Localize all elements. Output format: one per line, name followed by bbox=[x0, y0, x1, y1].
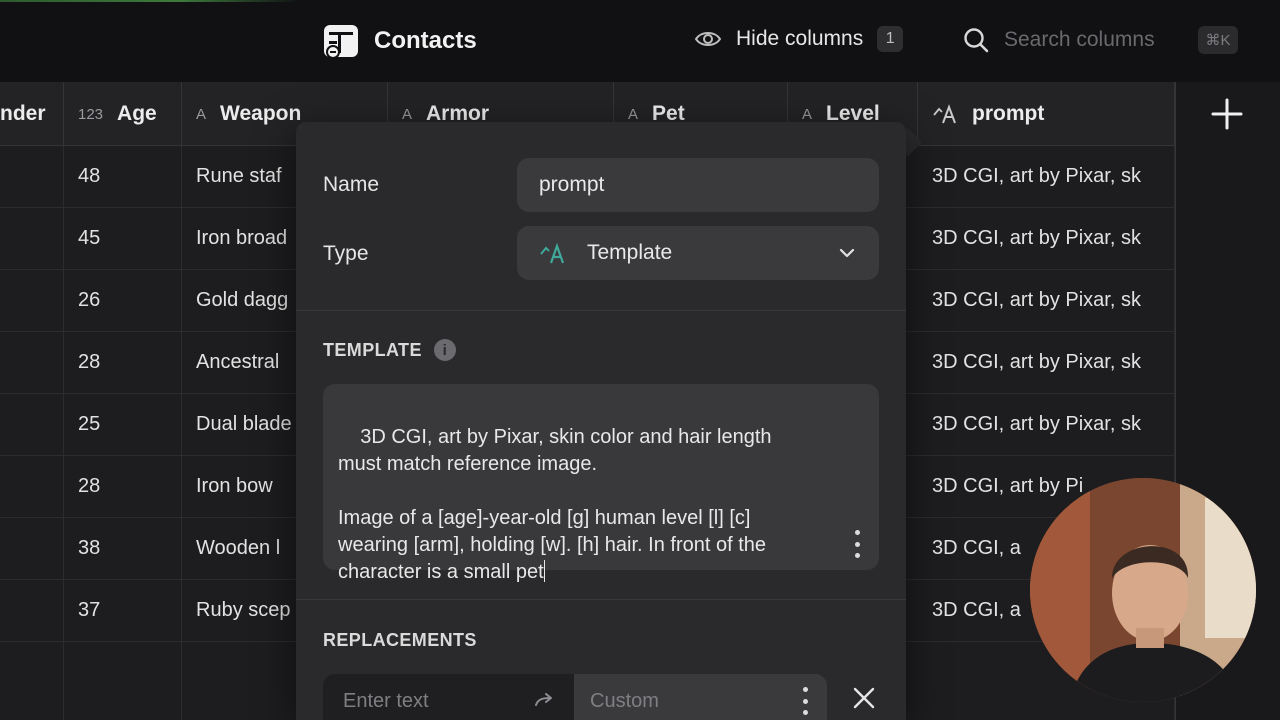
kebab-icon[interactable] bbox=[853, 530, 861, 558]
column-header-gender[interactable]: nder bbox=[0, 82, 64, 146]
kebab-icon[interactable] bbox=[801, 687, 809, 715]
replacement-input[interactable]: Enter text bbox=[323, 674, 574, 720]
template-icon bbox=[540, 242, 565, 264]
arrow-right-icon bbox=[535, 693, 552, 706]
template-heading-group: TEMPLATE i bbox=[323, 339, 456, 361]
text-type-icon: A bbox=[628, 105, 639, 123]
prompt-cell[interactable]: 3D CGI, art by Pixar, sk bbox=[918, 270, 1175, 331]
text-type-icon: A bbox=[402, 105, 413, 123]
app-title: Contacts bbox=[374, 27, 477, 54]
column-label: Age bbox=[117, 102, 157, 125]
text-cursor bbox=[543, 560, 546, 582]
prompt-cell[interactable]: 3D CGI, art by Pixar, sk bbox=[918, 208, 1175, 269]
eye-icon bbox=[694, 32, 722, 46]
template-icon bbox=[933, 104, 956, 124]
keyboard-shortcut: ⌘K bbox=[1198, 26, 1238, 54]
replacement-row: Enter text Custom bbox=[323, 674, 827, 720]
text-type-icon: A bbox=[196, 105, 207, 123]
age-cell[interactable]: 38 bbox=[64, 518, 182, 579]
type-select[interactable]: Template bbox=[517, 226, 879, 280]
top-accent-line bbox=[0, 0, 300, 2]
template-heading: TEMPLATE bbox=[323, 339, 422, 360]
column-label: prompt bbox=[972, 102, 1045, 125]
hide-columns-button[interactable]: Hide columns 1 bbox=[694, 26, 904, 52]
column-editor-popover: Name prompt Type Template TEMPLATE i 3D … bbox=[296, 122, 906, 720]
info-icon[interactable]: i bbox=[433, 339, 456, 361]
gender-cell[interactable] bbox=[0, 270, 64, 331]
replacement-mode-select[interactable]: Custom bbox=[574, 674, 827, 720]
app-title-group: Contacts bbox=[322, 22, 477, 60]
type-value: Template bbox=[587, 241, 673, 264]
age-cell[interactable]: 28 bbox=[64, 332, 182, 393]
age-cell[interactable]: 45 bbox=[64, 208, 182, 269]
replacement-mode: Custom bbox=[590, 689, 659, 712]
template-text: 3D CGI, art by Pixar, skin color and hai… bbox=[338, 426, 772, 583]
chevron-down-icon bbox=[839, 248, 855, 258]
gender-cell[interactable] bbox=[0, 456, 64, 517]
column-header-prompt[interactable]: prompt bbox=[918, 82, 1175, 146]
gender-cell[interactable] bbox=[0, 146, 64, 207]
prompt-cell[interactable]: 3D CGI, art by Pixar, sk bbox=[918, 332, 1175, 393]
replacement-placeholder: Enter text bbox=[343, 689, 429, 712]
column-label: nder bbox=[0, 102, 46, 125]
gender-cell[interactable] bbox=[0, 208, 64, 269]
age-cell[interactable]: 26 bbox=[64, 270, 182, 331]
column-label: Weapon bbox=[220, 102, 302, 125]
hide-columns-label: Hide columns bbox=[736, 27, 864, 50]
gender-cell[interactable] bbox=[0, 332, 64, 393]
text-type-icon: A bbox=[802, 105, 813, 123]
template-textarea[interactable]: 3D CGI, art by Pixar, skin color and hai… bbox=[323, 384, 879, 583]
prompt-cell[interactable]: 3D CGI, art by Pixar, sk bbox=[918, 146, 1175, 207]
webcam-overlay bbox=[1030, 478, 1256, 702]
name-label: Name bbox=[323, 173, 380, 196]
search-columns[interactable]: Search columns ⌘K bbox=[962, 26, 1238, 54]
gender-cell[interactable] bbox=[0, 394, 64, 455]
section-divider bbox=[296, 599, 906, 600]
age-cell[interactable]: 25 bbox=[64, 394, 182, 455]
type-label: Type bbox=[323, 242, 369, 265]
gender-cell[interactable] bbox=[0, 518, 64, 579]
table-template-icon bbox=[324, 25, 358, 59]
prompt-cell[interactable]: 3D CGI, art by Pixar, sk bbox=[918, 394, 1175, 455]
presenter-video bbox=[1030, 478, 1256, 702]
plus-icon[interactable] bbox=[1209, 96, 1245, 132]
replacements-heading: REPLACEMENTS bbox=[323, 630, 477, 650]
gender-cell[interactable] bbox=[0, 580, 64, 641]
gender-cell bbox=[0, 642, 64, 720]
top-bar: Contacts Hide columns 1 Search columns ⌘… bbox=[0, 0, 1280, 82]
close-icon[interactable] bbox=[852, 686, 876, 710]
age-cell bbox=[64, 642, 182, 720]
search-icon bbox=[964, 28, 989, 53]
age-cell[interactable]: 28 bbox=[64, 456, 182, 517]
age-cell[interactable]: 37 bbox=[64, 580, 182, 641]
section-divider bbox=[296, 310, 906, 311]
number-type-icon: 123 bbox=[78, 105, 104, 123]
hidden-count-badge: 1 bbox=[877, 26, 904, 52]
name-input[interactable]: prompt bbox=[517, 158, 879, 212]
age-cell[interactable]: 48 bbox=[64, 146, 182, 207]
search-columns-input[interactable]: Search columns bbox=[1004, 28, 1182, 52]
column-header-age[interactable]: 123 Age bbox=[64, 82, 182, 146]
